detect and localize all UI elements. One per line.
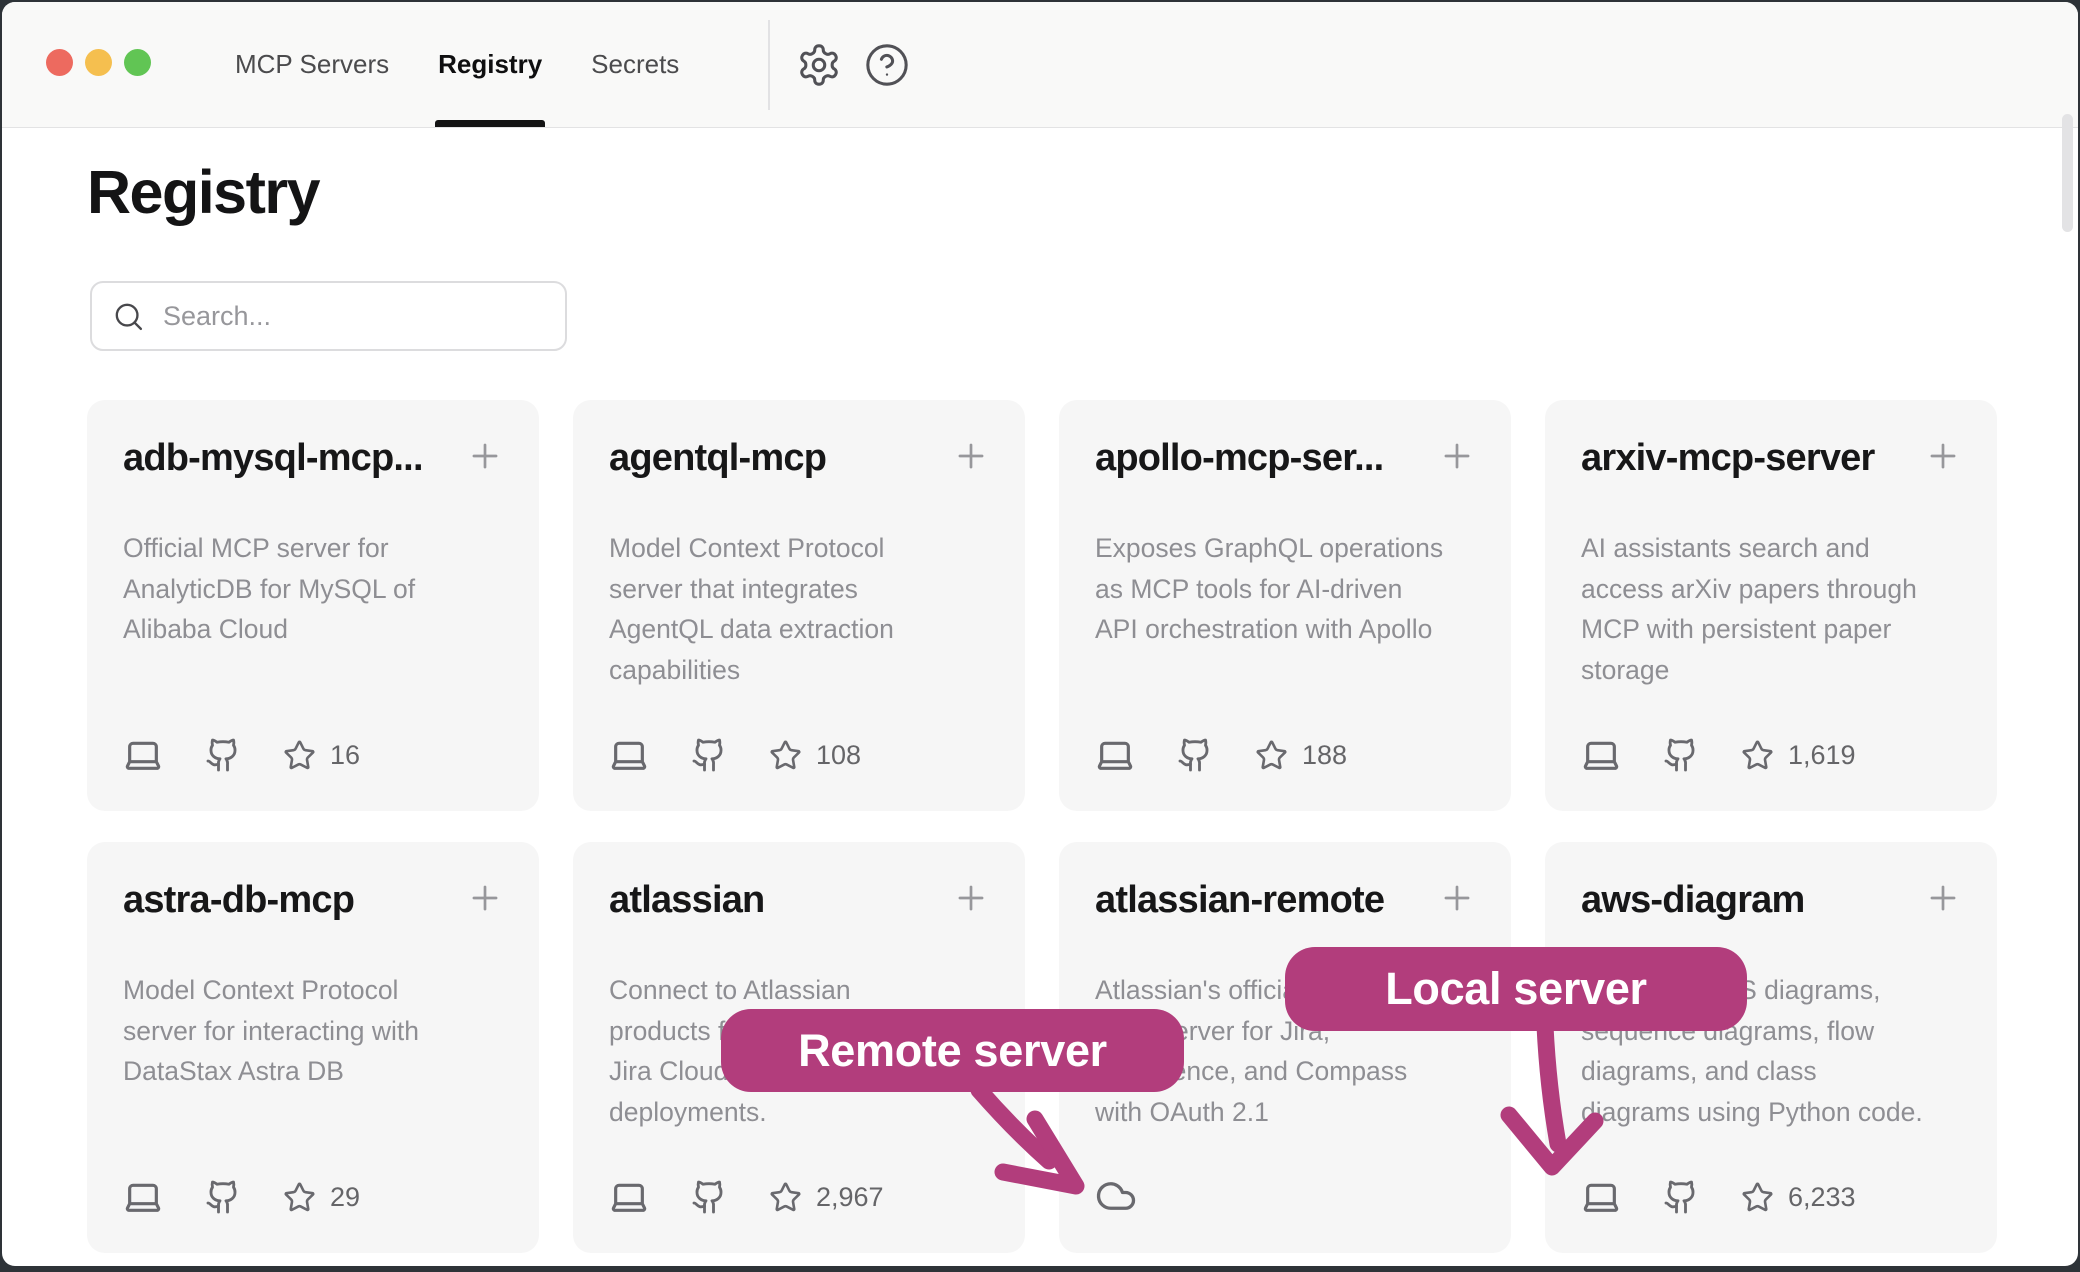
annotation-local-server: Local server <box>1285 947 1747 1031</box>
server-description: Model Context Protocol server for intera… <box>123 970 505 1092</box>
add-server-button[interactable] <box>465 878 505 918</box>
server-card-adb-mysql-mcp[interactable]: adb-mysql-mcp... Official MCP server for… <box>87 400 539 811</box>
github-icon <box>1663 1179 1699 1215</box>
close-button[interactable] <box>46 49 73 76</box>
star-count: 108 <box>816 740 861 771</box>
card-footer: 29 <box>123 1177 503 1217</box>
card-footer: 108 <box>609 735 989 775</box>
search-icon <box>112 300 145 333</box>
tab-secrets[interactable]: Secrets <box>591 2 679 127</box>
plus-icon <box>1438 437 1476 475</box>
laptop-icon <box>609 1177 649 1217</box>
add-server-button[interactable] <box>1437 878 1477 918</box>
laptop-icon <box>123 735 163 775</box>
card-footer: 1,619 <box>1581 735 1961 775</box>
search-input[interactable] <box>163 301 545 332</box>
server-name: atlassian-remote <box>1095 876 1384 924</box>
star-icon <box>283 1181 316 1214</box>
github-icon <box>1663 737 1699 773</box>
star-count: 29 <box>330 1182 360 1213</box>
server-name: arxiv-mcp-server <box>1581 434 1875 482</box>
minimize-button[interactable] <box>85 49 112 76</box>
github-icon <box>205 1179 241 1215</box>
card-footer <box>1095 1175 1475 1217</box>
server-card-agentql-mcp[interactable]: agentql-mcp Model Context Protocol serve… <box>573 400 1025 811</box>
github-icon <box>205 737 241 773</box>
main-tabs: MCP Servers Registry Secrets <box>235 2 679 127</box>
server-name: agentql-mcp <box>609 434 826 482</box>
laptop-icon <box>1581 735 1621 775</box>
laptop-icon <box>1095 735 1135 775</box>
github-icon <box>691 1179 727 1215</box>
star-count: 188 <box>1302 740 1347 771</box>
github-icon <box>1177 737 1213 773</box>
server-description: Official MCP server for AnalyticDB for M… <box>123 528 505 650</box>
server-name: adb-mysql-mcp... <box>123 434 423 482</box>
plus-icon <box>952 437 990 475</box>
github-icon <box>691 737 727 773</box>
star-count: 2,967 <box>816 1182 884 1213</box>
server-card-apollo-mcp-server[interactable]: apollo-mcp-ser... Exposes GraphQL operat… <box>1059 400 1511 811</box>
add-server-button[interactable] <box>951 878 991 918</box>
plus-icon <box>952 879 990 917</box>
star-icon <box>1741 1181 1774 1214</box>
laptop-icon <box>609 735 649 775</box>
card-footer: 2,967 <box>609 1177 989 1217</box>
server-name: astra-db-mcp <box>123 876 354 924</box>
server-description: Model Context Protocol server that integ… <box>609 528 991 690</box>
plus-icon <box>1924 437 1962 475</box>
star-icon <box>769 1181 802 1214</box>
help-button[interactable] <box>861 39 913 91</box>
registry-grid: adb-mysql-mcp... Official MCP server for… <box>87 400 1997 1253</box>
add-server-button[interactable] <box>1437 436 1477 476</box>
add-server-button[interactable] <box>1923 436 1963 476</box>
card-footer: 6,233 <box>1581 1177 1961 1217</box>
header-divider <box>768 20 770 110</box>
star-icon <box>1741 739 1774 772</box>
add-server-button[interactable] <box>1923 878 1963 918</box>
plus-icon <box>1924 879 1962 917</box>
traffic-lights <box>46 49 151 76</box>
server-card-arxiv-mcp-server[interactable]: arxiv-mcp-server AI assistants search an… <box>1545 400 1997 811</box>
star-icon <box>769 739 802 772</box>
search-box[interactable] <box>90 281 567 351</box>
laptop-icon <box>1581 1177 1621 1217</box>
plus-icon <box>1438 879 1476 917</box>
star-icon <box>1255 739 1288 772</box>
gear-icon <box>796 42 842 88</box>
titlebar: MCP Servers Registry Secrets <box>2 2 2078 128</box>
card-footer: 188 <box>1095 735 1475 775</box>
star-count: 16 <box>330 740 360 771</box>
help-icon <box>864 42 910 88</box>
plus-icon <box>466 879 504 917</box>
annotation-remote-server: Remote server <box>721 1009 1184 1092</box>
settings-button[interactable] <box>793 39 845 91</box>
server-description: Exposes GraphQL operations as MCP tools … <box>1095 528 1477 650</box>
server-name: atlassian <box>609 876 764 924</box>
star-icon <box>283 739 316 772</box>
add-server-button[interactable] <box>465 436 505 476</box>
tab-registry[interactable]: Registry <box>438 2 542 127</box>
tab-mcp-servers[interactable]: MCP Servers <box>235 2 389 127</box>
laptop-icon <box>123 1177 163 1217</box>
server-name: aws-diagram <box>1581 876 1805 924</box>
server-name: apollo-mcp-ser... <box>1095 434 1383 482</box>
star-count: 1,619 <box>1788 740 1856 771</box>
server-card-aws-diagram[interactable]: aws-diagram Generate AWS diagrams, seque… <box>1545 842 1997 1253</box>
card-footer: 16 <box>123 735 503 775</box>
scrollbar[interactable] <box>2062 114 2073 232</box>
server-description: AI assistants search and access arXiv pa… <box>1581 528 1963 690</box>
star-count: 6,233 <box>1788 1182 1856 1213</box>
app-window: MCP Servers Registry Secrets Registry ad… <box>2 2 2078 1266</box>
zoom-button[interactable] <box>124 49 151 76</box>
plus-icon <box>466 437 504 475</box>
page-title: Registry <box>87 157 319 227</box>
add-server-button[interactable] <box>951 436 991 476</box>
cloud-icon <box>1095 1175 1137 1217</box>
server-card-astra-db-mcp[interactable]: astra-db-mcp Model Context Protocol serv… <box>87 842 539 1253</box>
